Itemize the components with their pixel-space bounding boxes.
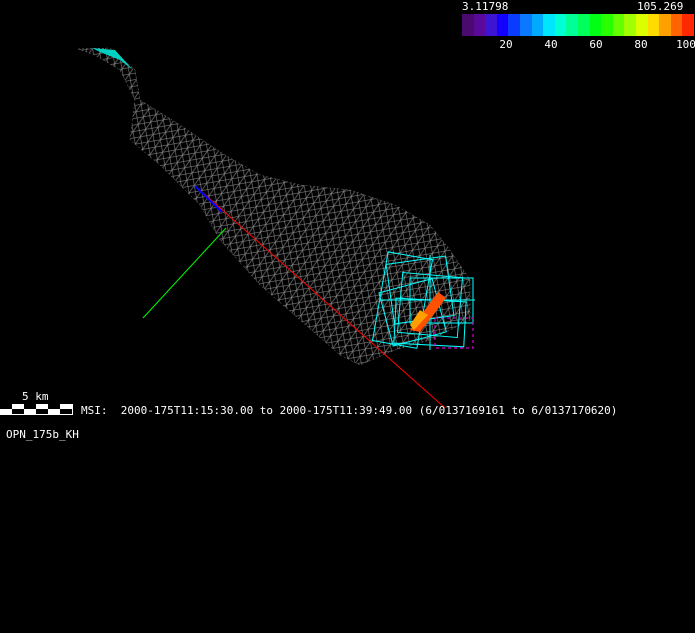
shape-model-mesh (77, 47, 471, 366)
colorbar-swatch (612, 14, 625, 36)
colorbar-swatch (485, 14, 497, 36)
colorbar-swatch (670, 14, 683, 36)
colorbar-swatch (577, 14, 590, 36)
msi-time-range: MSI: 2000-175T11:15:30.00 to 2000-175T11… (81, 404, 618, 417)
colorbar-swatch (462, 14, 474, 36)
asteroid-mesh-view[interactable] (0, 0, 695, 633)
colorbar-swatch (682, 14, 694, 36)
target-label: OPN_175b_KH (6, 428, 79, 441)
colorbar-swatch (473, 14, 486, 36)
scale-bar (0, 404, 73, 415)
colorbar-swatch (635, 14, 648, 36)
colorbar-swatch (554, 14, 567, 36)
colorbar-min-label: 3.11798 (462, 0, 509, 13)
colorbar-tick: 20 (499, 38, 513, 51)
colorbar-tick: 60 (589, 38, 603, 51)
colorbar-swatch (543, 14, 555, 36)
colorbar-tick: 80 (634, 38, 648, 51)
scale-bar-label: 5 km (22, 390, 49, 403)
colorbar-max-label: 105.269 (637, 0, 684, 13)
y-axis-line (142, 227, 227, 319)
colorbar-swatch (624, 14, 636, 36)
colorbar-tick: 40 (544, 38, 558, 51)
colorbar-swatch (566, 14, 578, 36)
colorbar-swatch (508, 14, 520, 36)
colorbar-tick: 100 (676, 38, 695, 51)
colorbar-swatch (589, 14, 602, 36)
colorbar-swatch (519, 14, 532, 36)
colorbar-swatch (496, 14, 509, 36)
colorbar-swatch (601, 14, 613, 36)
colorbar-swatch (659, 14, 671, 36)
colorbar (462, 14, 694, 36)
colorbar-swatch (531, 14, 544, 36)
colorbar-swatch (647, 14, 660, 36)
